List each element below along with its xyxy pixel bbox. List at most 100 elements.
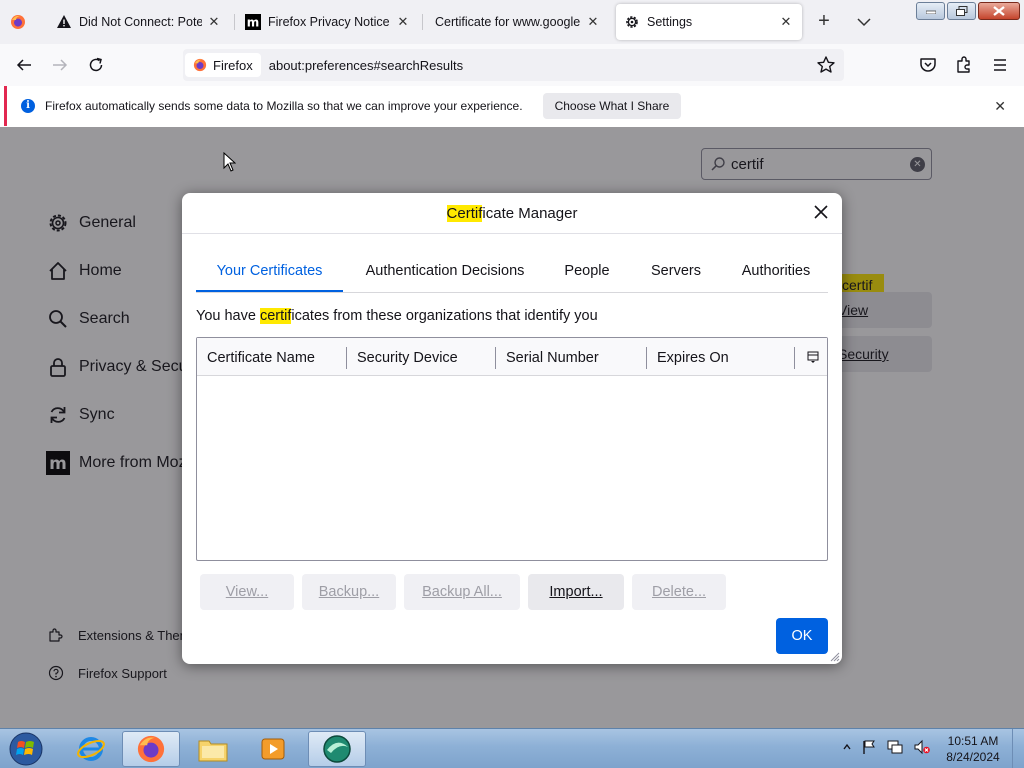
delete-button[interactable]: Delete... (632, 574, 726, 610)
column-serial-number[interactable]: Serial Number (496, 338, 646, 376)
tab-authentication-decisions[interactable]: Authentication Decisions (358, 251, 532, 292)
tab-servers[interactable]: Servers (646, 251, 706, 292)
taskbar-media-player[interactable] (244, 731, 302, 767)
star-icon[interactable] (816, 55, 836, 75)
notification-text: Firefox automatically sends some data to… (45, 99, 523, 113)
info-icon: i (21, 99, 35, 113)
url-bar[interactable]: Firefox about:preferences#searchResults (183, 49, 844, 81)
windows-taskbar: 10:51 AM 8/24/2024 (0, 728, 1024, 768)
notification-bar: i Firefox automatically sends some data … (4, 86, 1020, 126)
clock[interactable]: 10:51 AM 8/24/2024 (935, 733, 1011, 765)
tab-strip: Did Not Connect: Potential Security Issu… (0, 0, 1024, 44)
import-button[interactable]: Import... (528, 574, 624, 610)
tab-authorities[interactable]: Authorities (736, 251, 816, 292)
desc-text: icates from these organizations that ide… (291, 308, 598, 324)
close-icon[interactable]: ✕ (585, 14, 601, 30)
show-desktop-button[interactable] (1012, 729, 1024, 768)
warning-icon (56, 14, 72, 30)
arrow-left-icon (16, 59, 31, 71)
back-button[interactable] (12, 53, 36, 77)
system-tray (842, 739, 931, 755)
taskbar-app[interactable] (308, 731, 366, 767)
pocket-icon[interactable] (918, 55, 938, 75)
tab-people[interactable]: People (562, 251, 612, 292)
certificate-table[interactable]: Certificate Name Security Device Serial … (196, 337, 828, 561)
tab-title: Firefox Privacy Notice — Mozilla (268, 15, 391, 29)
action-center-flag-icon[interactable] (861, 739, 877, 755)
certificate-tabs: Your Certificates Authentication Decisio… (196, 251, 828, 293)
tab-settings[interactable]: Settings ✕ (616, 4, 802, 40)
start-button[interactable] (6, 731, 46, 767)
backup-all-button[interactable]: Backup All... (404, 574, 520, 610)
tab-separator (422, 14, 423, 30)
taskbar-firefox[interactable] (122, 731, 180, 767)
column-security-device[interactable]: Security Device (347, 338, 495, 376)
reload-icon (89, 57, 103, 72)
nav-bar: Firefox about:preferences#searchResults (0, 44, 1024, 86)
chevron-down-icon[interactable] (855, 12, 873, 32)
divider (182, 233, 842, 234)
desc-highlight: certif (259, 308, 292, 324)
volume-muted-icon[interactable] (913, 739, 931, 755)
extensions-icon[interactable] (954, 55, 974, 75)
clock-time: 10:51 AM (947, 734, 999, 748)
taskbar-internet-explorer[interactable] (62, 731, 120, 767)
internet-explorer-icon (77, 737, 105, 761)
url-text[interactable]: about:preferences#searchResults (269, 58, 463, 73)
identity-label: Firefox (213, 57, 253, 73)
title-highlight: Certif (446, 205, 483, 222)
close-icon[interactable]: ✕ (994, 98, 1006, 115)
window-close-button[interactable] (978, 2, 1020, 20)
view-button[interactable]: View... (200, 574, 294, 610)
firefox-icon (193, 58, 207, 72)
resize-grip-icon[interactable] (828, 650, 840, 662)
gear-icon (624, 14, 640, 30)
close-icon[interactable] (812, 203, 830, 221)
column-divider (794, 347, 795, 369)
tab-certificate[interactable]: Certificate for www.google.com ✕ (427, 4, 609, 40)
mouse-cursor-icon (223, 152, 236, 172)
firefox-icon[interactable] (10, 14, 26, 30)
media-player-icon (261, 738, 285, 760)
menu-icon[interactable] (990, 55, 1010, 75)
arrow-right-icon (53, 59, 68, 71)
app-icon (323, 735, 351, 763)
table-header: Certificate Name Security Device Serial … (197, 338, 827, 376)
taskbar-explorer[interactable] (184, 731, 242, 767)
network-icon[interactable] (886, 739, 904, 755)
tab-separator (234, 14, 235, 30)
window-controls (916, 2, 1020, 20)
tab-security-issue[interactable]: Did Not Connect: Potential Security Issu… (48, 4, 230, 40)
desc-text: You have (196, 308, 260, 324)
dialog-description: You have certificates from these organiz… (196, 308, 598, 324)
minimize-button[interactable] (916, 2, 945, 20)
dialog-title: Certificate Manager (182, 205, 842, 222)
ok-button[interactable]: OK (776, 618, 828, 654)
choose-what-i-share-button[interactable]: Choose What I Share (542, 93, 682, 119)
backup-button[interactable]: Backup... (302, 574, 396, 610)
column-expires-on[interactable]: Expires On (647, 338, 795, 376)
close-icon[interactable]: ✕ (395, 14, 411, 30)
column-certificate-name[interactable]: Certificate Name (197, 338, 346, 376)
folder-icon (198, 740, 228, 762)
reload-button[interactable] (84, 53, 108, 77)
show-hidden-icons-icon[interactable] (842, 742, 852, 752)
column-picker-icon[interactable] (807, 351, 819, 363)
tab-title: Did Not Connect: Potential Security Issu… (79, 15, 202, 29)
tab-your-certificates[interactable]: Your Certificates (196, 251, 343, 292)
tab-title: Settings (647, 15, 693, 29)
certificate-manager-dialog: Certificate Manager Your Certificates Au… (182, 193, 842, 664)
close-icon[interactable]: ✕ (778, 14, 794, 30)
new-tab-button[interactable]: + (814, 11, 834, 32)
svg-text:m: m (247, 16, 260, 30)
restore-button[interactable] (947, 2, 976, 20)
clock-date: 8/24/2024 (946, 750, 1000, 764)
forward-button[interactable] (48, 53, 72, 77)
tab-privacy-notice[interactable]: m Firefox Privacy Notice — Mozilla ✕ (237, 4, 419, 40)
tab-title: Certificate for www.google.com (435, 15, 581, 29)
mozilla-m-icon: m (245, 14, 261, 30)
identity-box[interactable]: Firefox (185, 53, 261, 77)
title-rest: icate Manager (482, 205, 578, 222)
firefox-icon (137, 735, 165, 763)
close-icon[interactable]: ✕ (206, 14, 222, 30)
